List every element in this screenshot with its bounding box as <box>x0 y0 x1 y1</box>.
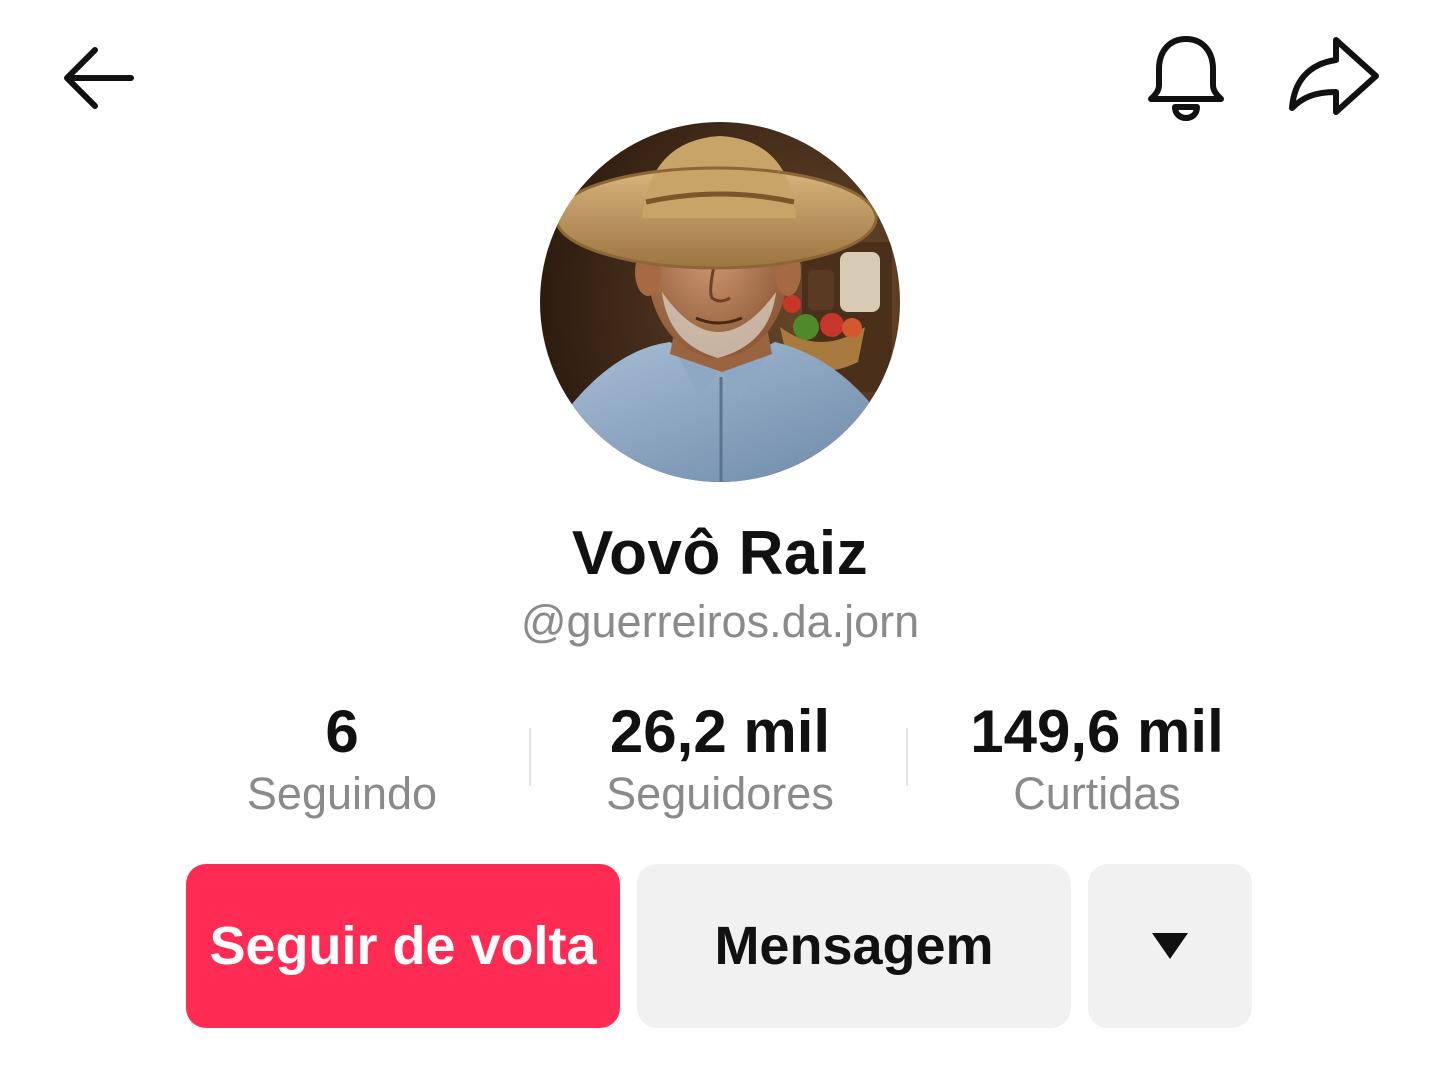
stat-divider <box>529 728 531 786</box>
caret-down-icon <box>1152 933 1188 959</box>
likes-label: Curtidas <box>1013 768 1181 819</box>
notification-button[interactable] <box>1138 32 1234 122</box>
share-arrow-icon <box>1289 37 1379 115</box>
back-button[interactable] <box>52 36 142 116</box>
likes-count: 149,6 mil <box>970 698 1224 765</box>
stat-likes[interactable]: 149,6 mil Curtidas <box>930 700 1264 822</box>
avatar-photo <box>540 122 900 482</box>
display-name: Vovô Raiz <box>571 519 869 588</box>
stat-divider <box>906 728 908 786</box>
follow-back-button[interactable]: Seguir de volta <box>186 864 620 1028</box>
stat-followers[interactable]: 26,2 mil Seguidores <box>560 700 880 822</box>
bell-icon <box>1148 36 1224 121</box>
arrow-left-icon <box>64 47 134 109</box>
followers-label: Seguidores <box>606 768 834 819</box>
following-label: Seguindo <box>246 768 438 819</box>
share-button[interactable] <box>1282 30 1386 124</box>
following-count: 6 <box>325 698 359 765</box>
stat-following[interactable]: 6 Seguindo <box>192 700 492 822</box>
followers-count: 26,2 mil <box>609 698 831 765</box>
username: @guerreiros.da.jorn <box>520 596 920 647</box>
more-options-button[interactable] <box>1088 864 1252 1028</box>
profile-avatar[interactable] <box>540 122 900 482</box>
message-button[interactable]: Mensagem <box>637 864 1071 1028</box>
